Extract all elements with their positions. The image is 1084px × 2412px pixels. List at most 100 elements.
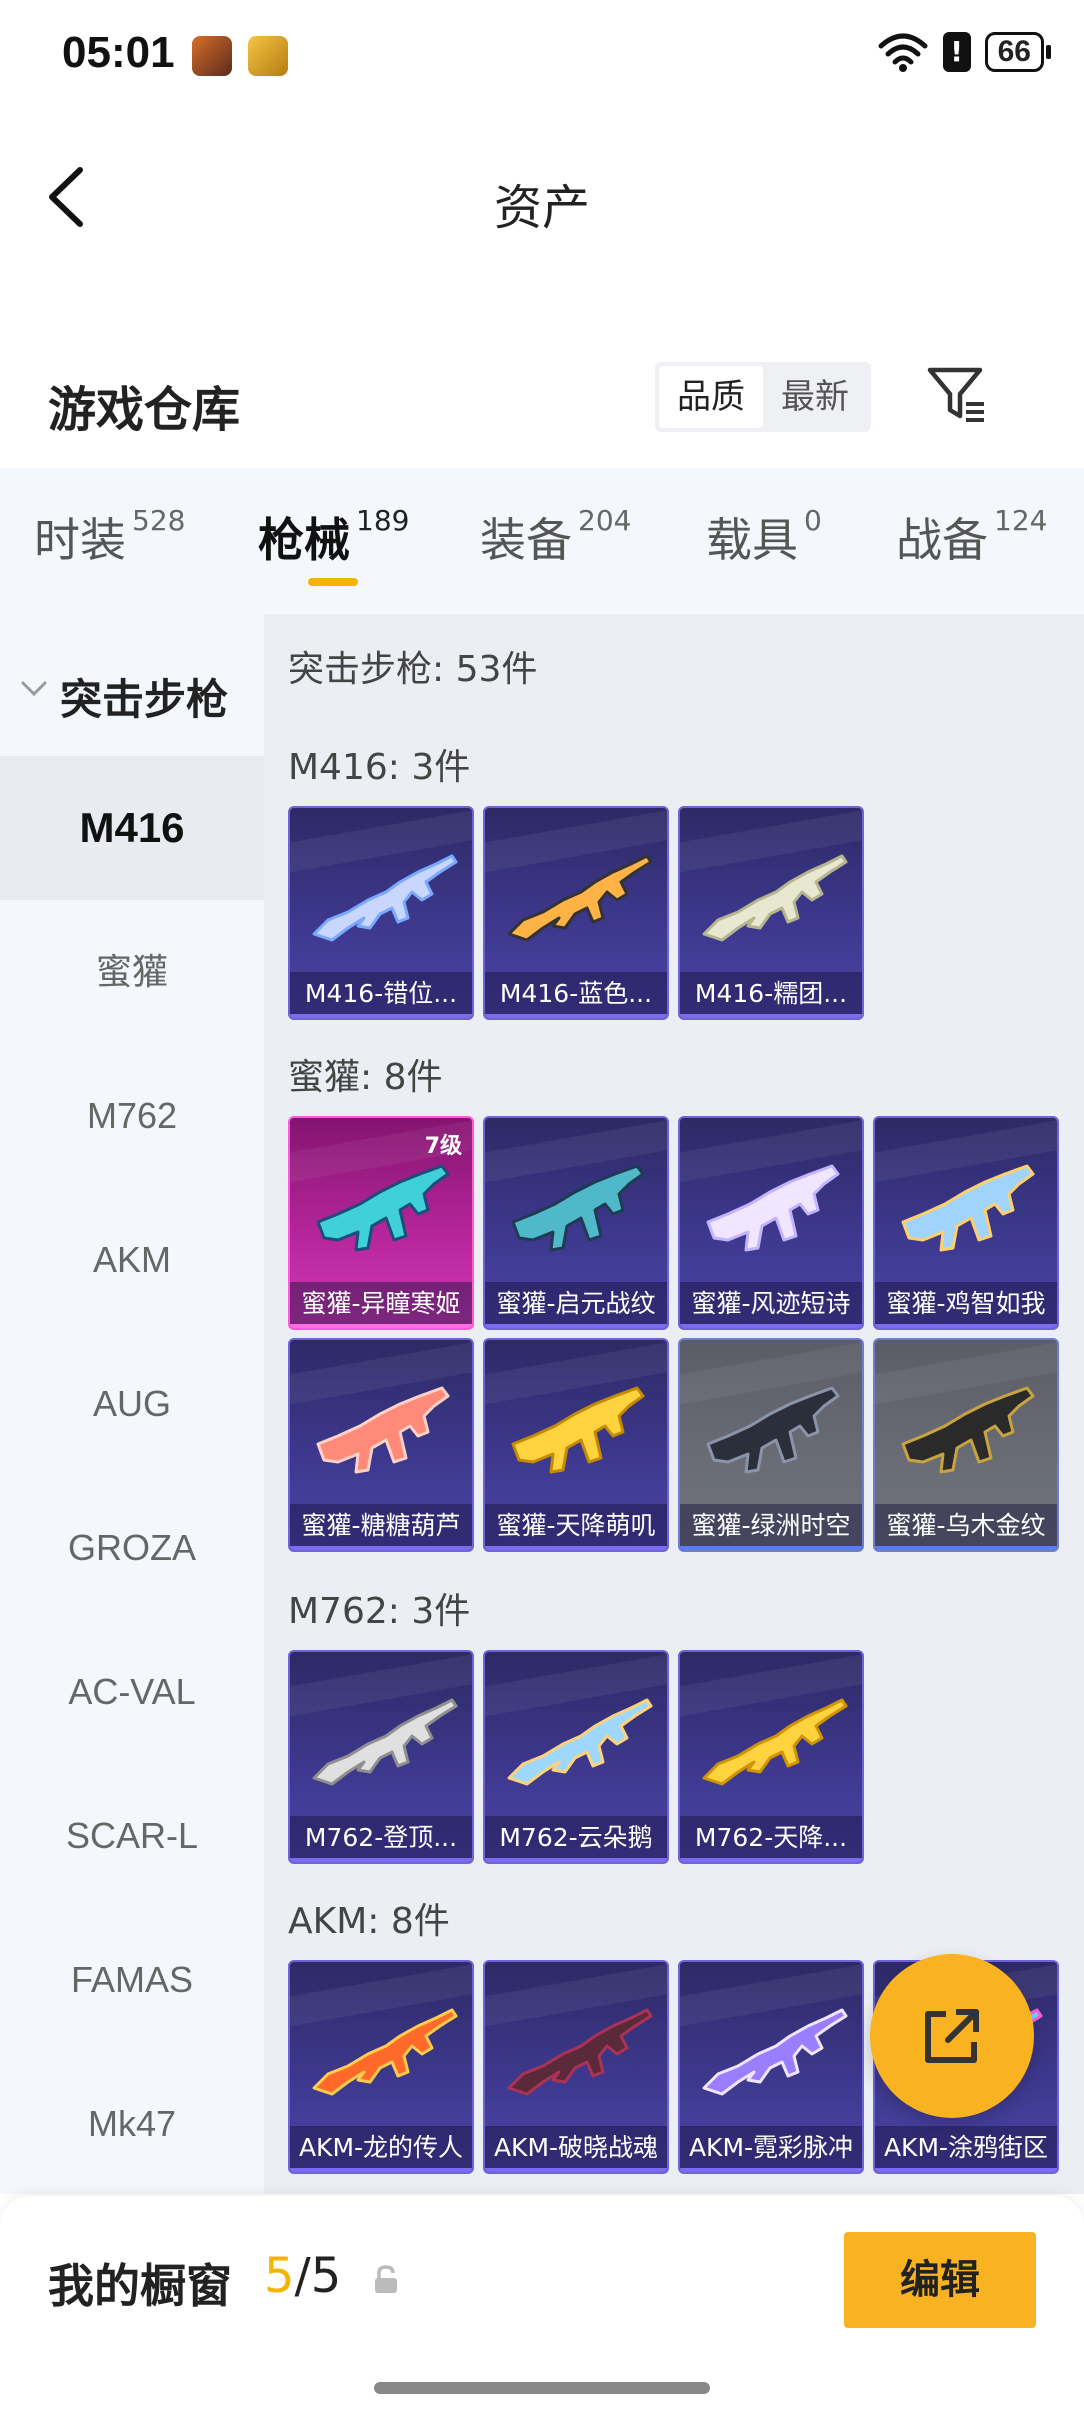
- home-indicator[interactable]: [374, 2382, 710, 2394]
- weapon-skin-card[interactable]: M416-蓝色...: [483, 806, 669, 1020]
- sort-latest-button[interactable]: 最新: [763, 366, 867, 428]
- nav-bar: 资产: [0, 140, 1084, 250]
- section-title-honey-badger: 蜜獾: 8件: [288, 1057, 443, 1098]
- weapon-skin-icon: [507, 854, 653, 942]
- rarity-bar: [290, 1324, 472, 1328]
- tab-equipment[interactable]: 装备 204: [480, 504, 631, 570]
- showcase-bar: 我的橱窗 5/5 编辑: [0, 2196, 1084, 2412]
- filter-icon[interactable]: [926, 364, 988, 428]
- weapon-skin-card[interactable]: 蜜獾-启元战纹: [483, 1116, 669, 1330]
- skin-level-badge: 7级: [424, 1134, 462, 1159]
- sidebar-item-akm[interactable]: AKM: [0, 1188, 264, 1332]
- sidebar-item-famas[interactable]: FAMAS: [0, 1908, 264, 2052]
- sort-toggle: 品质 最新: [655, 362, 871, 432]
- skin-name: M762-天降...: [680, 1816, 862, 1862]
- skin-name: 蜜獾-启元战纹: [485, 1282, 667, 1328]
- weapon-skin-card[interactable]: 蜜獾-天降萌叽: [483, 1338, 669, 1552]
- weapon-skin-card[interactable]: AKM-龙的传人: [288, 1960, 474, 2174]
- weapon-skin-card[interactable]: M416-错位...: [288, 806, 474, 1020]
- share-button[interactable]: [870, 1954, 1034, 2118]
- skin-name: 蜜獾-异瞳寒姬: [290, 1282, 472, 1328]
- weapon-skin-card[interactable]: 蜜獾-风迹短诗: [678, 1116, 864, 1330]
- skin-name: AKM-破晓战魂: [485, 2126, 667, 2172]
- rarity-bar: [290, 1546, 472, 1550]
- weapon-skin-icon: [511, 1164, 645, 1252]
- skin-name: AKM-涂鸦街区: [875, 2126, 1057, 2172]
- warehouse-header: 游戏仓库 品质 最新: [0, 350, 1084, 470]
- weapon-skin-card[interactable]: M762-登顶...: [288, 1650, 474, 1864]
- rarity-bar: [875, 2168, 1057, 2172]
- weapon-skin-card[interactable]: 蜜獾-乌木金纹: [873, 1338, 1059, 1552]
- edit-button[interactable]: 编辑: [844, 2232, 1036, 2328]
- status-bar: 05:01 ! 66: [0, 0, 1084, 110]
- rarity-bar: [485, 1546, 667, 1550]
- tab-firearms[interactable]: 枪械 189: [258, 504, 409, 570]
- weapon-skin-icon: [706, 1386, 840, 1474]
- weapon-skin-icon: [702, 2008, 848, 2096]
- weapon-skin-card[interactable]: M416-糯团...: [678, 806, 864, 1020]
- sidebar-item-aug[interactable]: AUG: [0, 1332, 264, 1476]
- sidebar-group-header[interactable]: 突击步枪: [0, 638, 264, 738]
- sidebar-item-m762[interactable]: M762: [0, 1044, 264, 1188]
- weapon-skin-card[interactable]: AKM-霓彩脉冲: [678, 1960, 864, 2174]
- skin-name: M762-云朵鹅: [485, 1816, 667, 1862]
- sidebar-item-mk47[interactable]: Mk47: [0, 2052, 264, 2196]
- weapon-skin-icon: [702, 1698, 848, 1786]
- weapon-skin-card[interactable]: 蜜獾-鸡智如我: [873, 1116, 1059, 1330]
- alert-icon: !: [942, 32, 971, 72]
- weapon-skin-card[interactable]: AKM-破晓战魂: [483, 1960, 669, 2174]
- weapon-skin-icon: [312, 854, 458, 942]
- rarity-bar: [875, 1546, 1057, 1550]
- category-title: 突击步枪: 53件: [288, 649, 538, 690]
- rarity-bar: [485, 1014, 667, 1018]
- skin-name: 蜜獾-天降萌叽: [485, 1504, 667, 1550]
- showcase-count: 5/5: [264, 2248, 341, 2304]
- rarity-bar: [680, 1324, 862, 1328]
- tab-indicator: [308, 578, 358, 586]
- skin-name: AKM-龙的传人: [290, 2126, 472, 2172]
- status-time: 05:01: [62, 28, 175, 77]
- rarity-bar: [680, 2168, 862, 2172]
- rarity-bar: [680, 1014, 862, 1018]
- section-title-m762: M762: 3件: [288, 1591, 471, 1632]
- rarity-bar: [290, 2168, 472, 2172]
- skin-name: 蜜獾-乌木金纹: [875, 1504, 1057, 1550]
- skin-name: 蜜獾-绿洲时空: [680, 1504, 862, 1550]
- weapon-skin-icon: [507, 1698, 653, 1786]
- showcase-current: 5: [264, 2248, 295, 2304]
- page-title: 资产: [493, 180, 590, 236]
- game-app-icon: [192, 36, 232, 76]
- tab-vehicles[interactable]: 载具 0: [706, 504, 822, 570]
- skin-name: AKM-霓彩脉冲: [680, 2126, 862, 2172]
- skin-name: 蜜獾-糖糖葫芦: [290, 1504, 472, 1550]
- lock-icon: [375, 2265, 397, 2293]
- sidebar-item-scar-l[interactable]: SCAR-L: [0, 1764, 264, 1908]
- weapon-skin-icon: [706, 1164, 840, 1252]
- sort-quality-button[interactable]: 品质: [659, 366, 763, 428]
- weapon-skin-icon: [511, 1386, 645, 1474]
- weapon-skin-card[interactable]: 蜜獾-糖糖葫芦: [288, 1338, 474, 1552]
- showcase-max: 5: [310, 2248, 342, 2304]
- sidebar-item-honey-badger[interactable]: 蜜獾: [0, 900, 264, 1044]
- skin-name: M762-登顶...: [290, 1816, 472, 1862]
- rarity-bar: [290, 1014, 472, 1018]
- weapon-skin-icon: [901, 1386, 1035, 1474]
- weapon-skin-card[interactable]: 蜜獾-绿洲时空: [678, 1338, 864, 1552]
- sidebar-item-groza[interactable]: GROZA: [0, 1476, 264, 1620]
- weapon-skin-icon: [507, 2008, 653, 2096]
- tab-outfits[interactable]: 时装 528: [34, 504, 185, 570]
- sidebar-item-ac-val[interactable]: AC-VAL: [0, 1620, 264, 1764]
- tab-supplies[interactable]: 战备 124: [896, 504, 1047, 570]
- skin-name: M416-糯团...: [680, 972, 862, 1018]
- weapon-skin-icon: [312, 2008, 458, 2096]
- sidebar-item-m416[interactable]: M416: [0, 756, 264, 900]
- weapon-skin-card[interactable]: 7级蜜獾-异瞳寒姬: [288, 1116, 474, 1330]
- weapon-skin-icon: [702, 854, 848, 942]
- weapon-skin-card[interactable]: M762-云朵鹅: [483, 1650, 669, 1864]
- rarity-bar: [485, 1324, 667, 1328]
- share-icon: [925, 2009, 979, 2063]
- skin-name: 蜜獾-风迹短诗: [680, 1282, 862, 1328]
- rarity-bar: [485, 2168, 667, 2172]
- wifi-icon: [878, 33, 928, 72]
- weapon-skin-card[interactable]: M762-天降...: [678, 1650, 864, 1864]
